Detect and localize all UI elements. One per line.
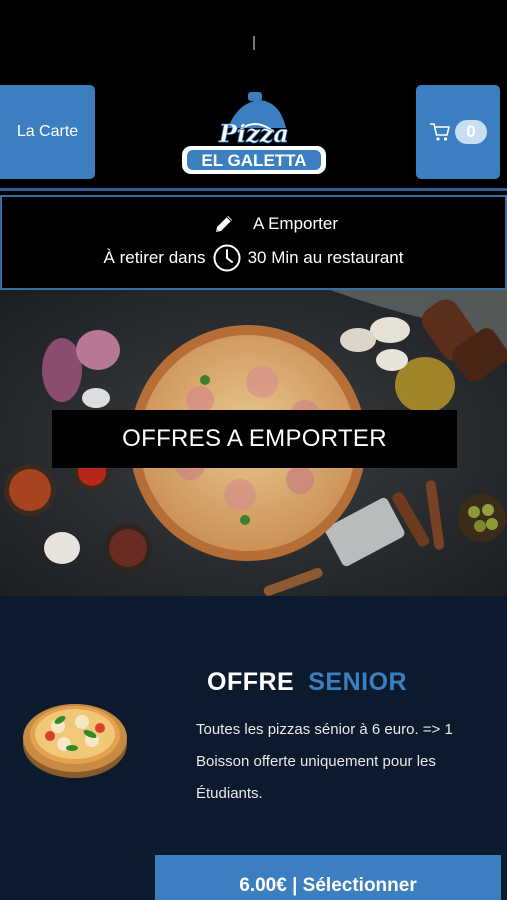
- order-info-panel: A Emporter À retirer dans 30 Min au rest…: [0, 195, 507, 290]
- hero-banner-image: OFFRES A EMPORTER: [0, 290, 507, 596]
- cart-button[interactable]: 0: [416, 85, 500, 179]
- status-indicator: [253, 36, 255, 50]
- brand-logo: Pizza EL GALETTA: [182, 92, 326, 174]
- status-bar: [0, 0, 507, 80]
- clock-icon: [213, 244, 241, 271]
- hero-banner-title: OFFRES A EMPORTER: [52, 410, 457, 468]
- svg-text:Pizza: Pizza: [218, 119, 289, 148]
- svg-text:EL GALETTA: EL GALETTA: [201, 151, 306, 170]
- app-header: La Carte Pizza EL GALETTA 0: [0, 80, 507, 188]
- offer-title-word1: OFFRE: [207, 668, 295, 696]
- cart-icon: [430, 123, 450, 141]
- header-divider: [0, 188, 507, 191]
- offer-title-word2: SENIOR: [308, 668, 408, 696]
- pickup-prefix: À retirer dans: [103, 247, 206, 267]
- select-offer-button[interactable]: 6.00€ | Sélectionner: [155, 855, 501, 900]
- order-mode-label: A Emporter: [252, 213, 339, 233]
- offer-description: Toutes les pizzas sénior à 6 euro. => 1 …: [196, 721, 453, 802]
- menu-button-label: La Carte: [16, 123, 79, 140]
- menu-button[interactable]: La Carte: [0, 85, 95, 179]
- offer-card: OFFRE SENIOR Toutes les pizzas sénior à 6…: [0, 596, 507, 900]
- cart-count-badge: 0: [455, 120, 487, 144]
- order-mode-row: A Emporter: [169, 213, 338, 235]
- offer-title: OFFRE SENIOR: [207, 668, 407, 697]
- pickup-suffix: 30 Min au restaurant: [247, 247, 404, 267]
- pencil-icon[interactable]: [213, 213, 235, 235]
- pickup-time-row: À retirer dans 30 Min au restaurant: [103, 243, 404, 273]
- offer-pizza-image: [23, 704, 127, 778]
